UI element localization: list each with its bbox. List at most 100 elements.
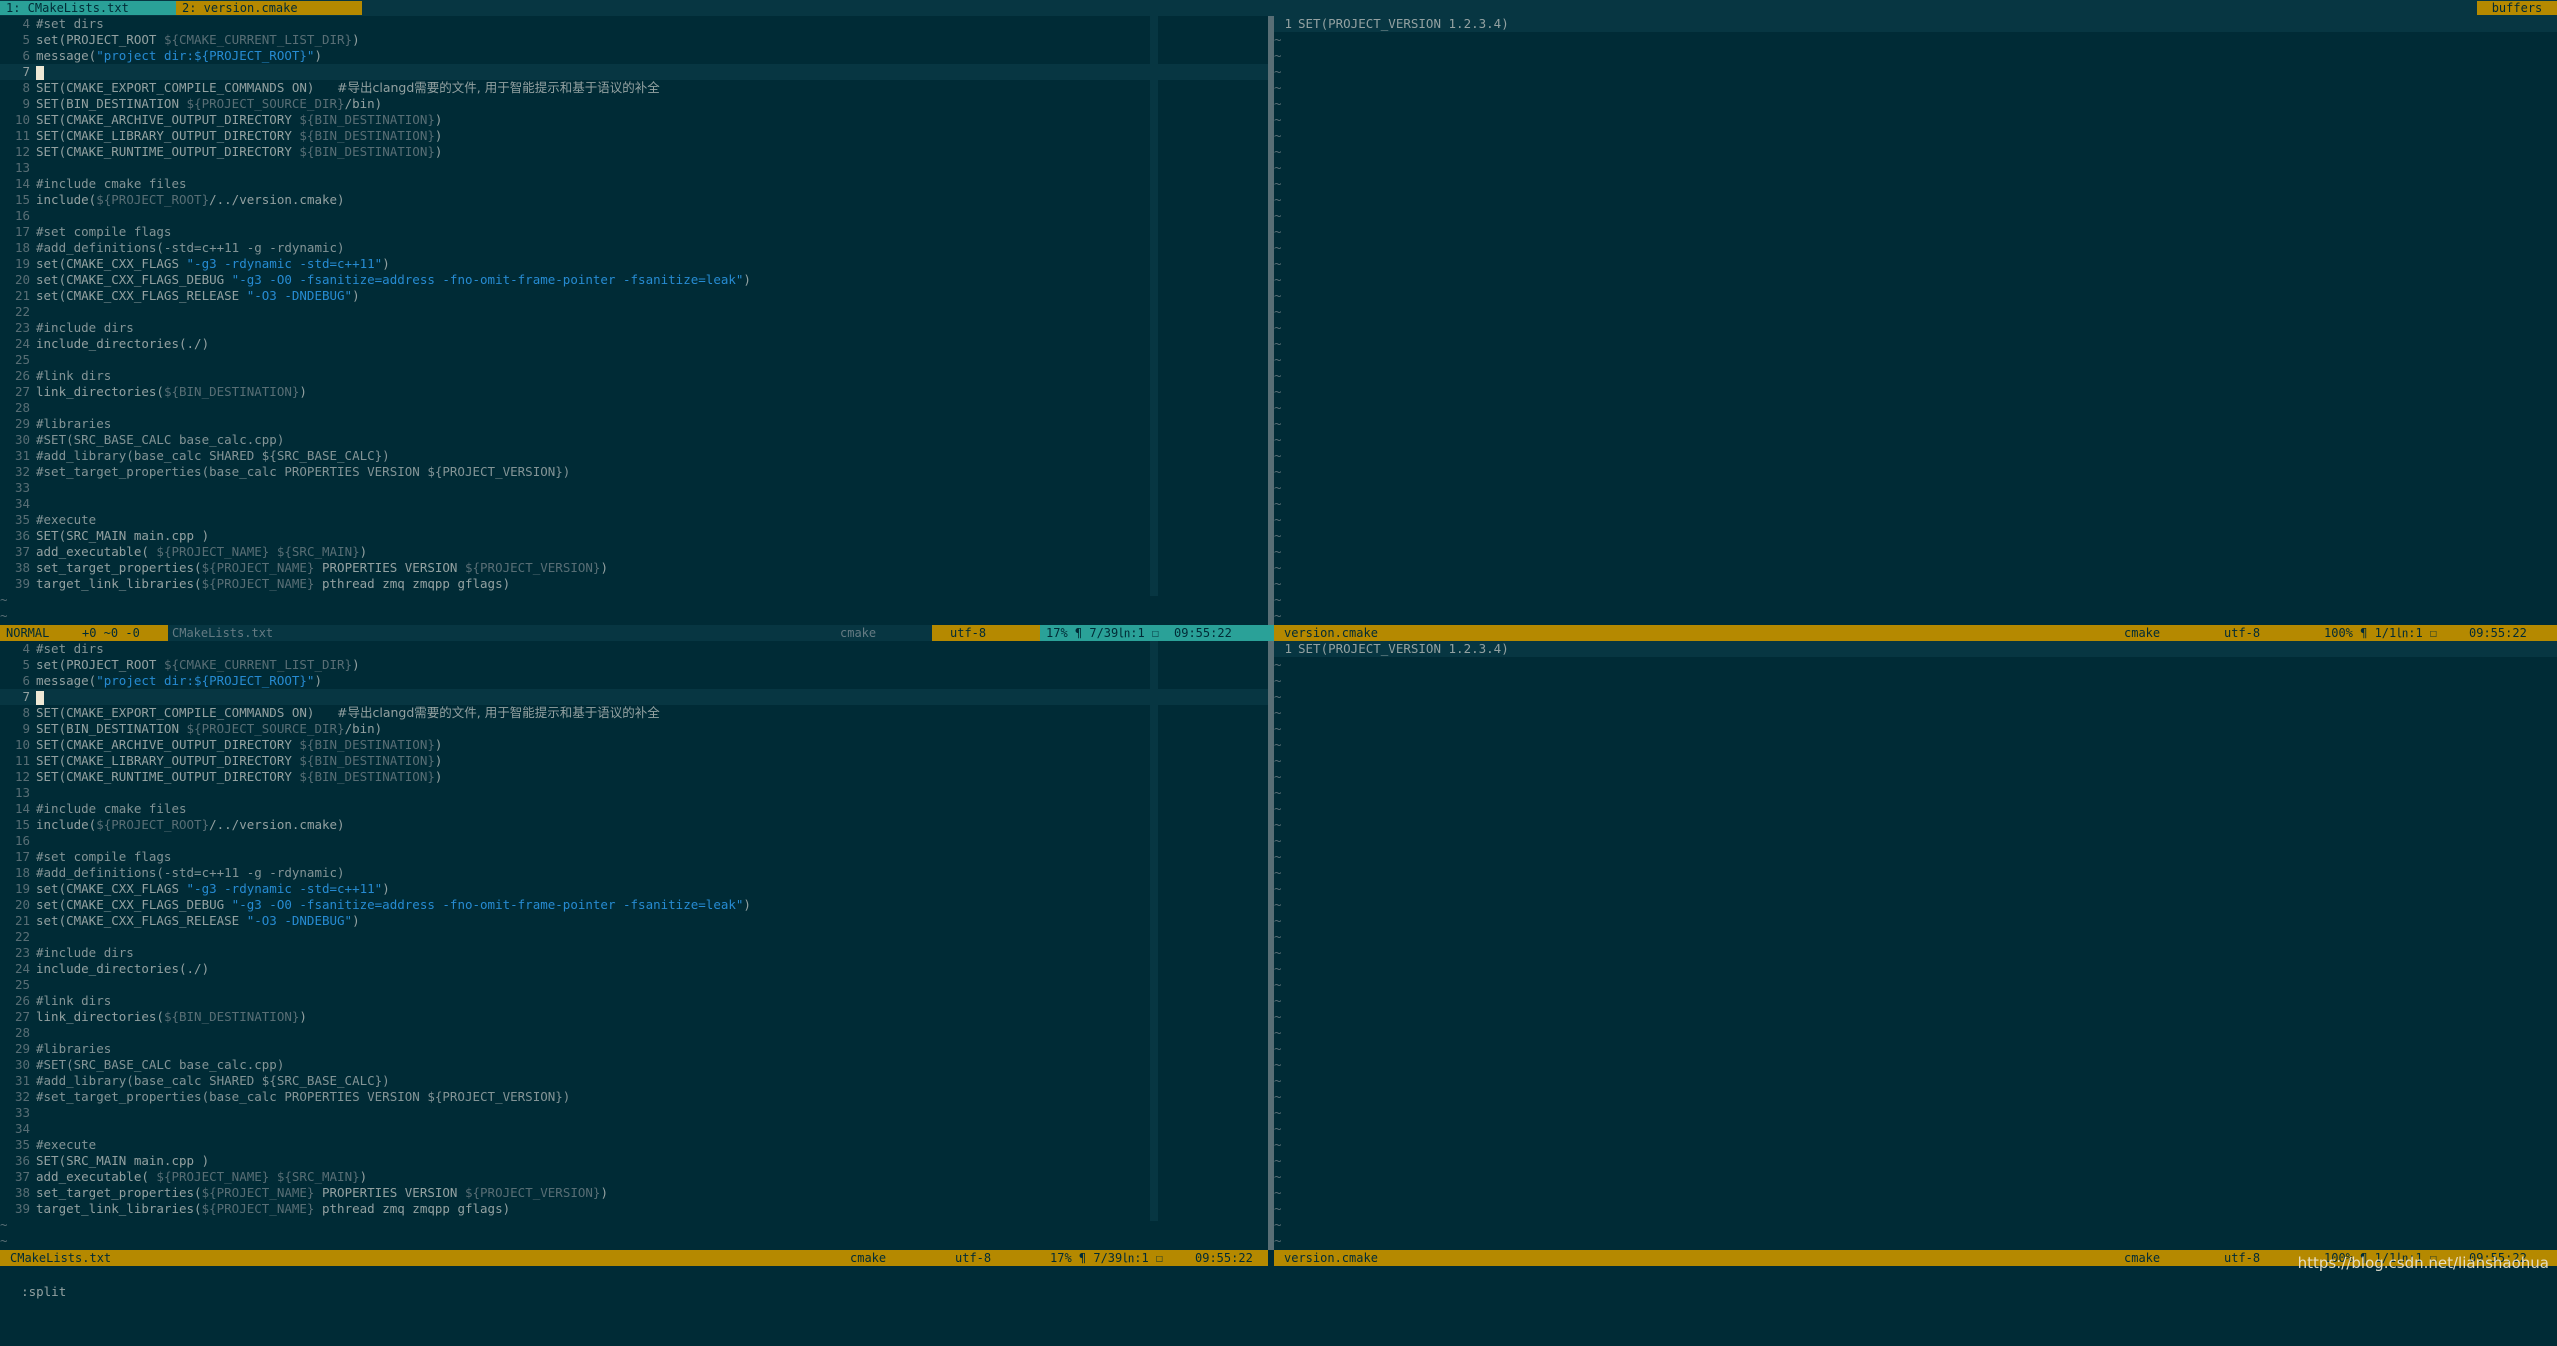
- empty-line-marker: ~: [1274, 256, 1282, 271]
- editor-pane-bottom-left[interactable]: 4 #set dirs 5 set(PROJECT_ROOT ${CMAKE_CURR…: [0, 641, 1268, 1250]
- code-line[interactable]: 13: [0, 160, 1268, 176]
- code-line[interactable]: 8 SET(CMAKE_EXPORT_COMPILE_COMMANDS ON) #…: [0, 705, 1268, 721]
- code-line[interactable]: 6 message("project dir:${PROJECT_ROOT}"): [0, 673, 1268, 689]
- code-line[interactable]: 29 #libraries: [0, 1041, 1268, 1057]
- code-line[interactable]: 18 #add_definitions(-std=c++11 -g -rdynam…: [0, 865, 1268, 881]
- code-line[interactable]: 38 set_target_properties(${PROJECT_NAME} …: [0, 560, 1268, 576]
- code-line[interactable]: 35 #execute: [0, 1137, 1268, 1153]
- code-line[interactable]: 31 #add_library(base_calc SHARED ${SRC_BA…: [0, 1073, 1268, 1089]
- tab-cmakelists[interactable]: 1: CMakeLists.txt: [0, 1, 176, 15]
- editor-pane-bottom-right[interactable]: 1 SET(PROJECT_VERSION 1.2.3.4) ~ ~ ~ ~ ~ ~ ~ ~ ~ ~ ~…: [1274, 641, 2557, 1250]
- code-line[interactable]: 15 include(${PROJECT_ROOT}/../version.cma…: [0, 817, 1268, 833]
- code-line[interactable]: 23 #include dirs: [0, 945, 1268, 961]
- code-line[interactable]: 16: [0, 833, 1268, 849]
- code-line[interactable]: 39 target_link_libraries(${PROJECT_NAME} …: [0, 1201, 1268, 1217]
- code-line[interactable]: 7: [0, 689, 1268, 705]
- empty-line-marker: ~: [1274, 192, 1282, 207]
- code-line[interactable]: 32 #set_target_properties(base_calc PROPE…: [0, 464, 1268, 480]
- code-line[interactable]: 36 SET(SRC_MAIN main.cpp ): [0, 528, 1268, 544]
- code-line[interactable]: 36 SET(SRC_MAIN main.cpp ): [0, 1153, 1268, 1169]
- code-line[interactable]: 20 set(CMAKE_CXX_FLAGS_DEBUG "-g3 -O0 -fs…: [0, 897, 1268, 913]
- empty-line-marker: ~: [1274, 400, 1282, 415]
- code-line[interactable]: 13: [0, 785, 1268, 801]
- code-token: ${BIN_DESTINATION}: [163, 1009, 300, 1024]
- code-line[interactable]: 33: [0, 1105, 1268, 1121]
- code-line[interactable]: 38 set_target_properties(${PROJECT_NAME} …: [0, 1185, 1268, 1201]
- code-line[interactable]: 5 set(PROJECT_ROOT ${CMAKE_CURRENT_LIST_D…: [0, 32, 1268, 48]
- code-token: #SET(SRC_BASE_CALC base_calc.cpp): [36, 432, 285, 447]
- code-line[interactable]: 8 SET(CMAKE_EXPORT_COMPILE_COMMANDS ON) #…: [0, 80, 1268, 96]
- code-line[interactable]: 17 #set compile flags: [0, 224, 1268, 240]
- code-line[interactable]: 21 set(CMAKE_CXX_FLAGS_RELEASE "-O3 -DNDE…: [0, 288, 1268, 304]
- code-line[interactable]: 25: [0, 977, 1268, 993]
- line-number: 30: [14, 1057, 30, 1072]
- code-line[interactable]: 10 SET(CMAKE_ARCHIVE_OUTPUT_DIRECTORY ${B…: [0, 737, 1268, 753]
- code-line[interactable]: 28: [0, 400, 1268, 416]
- code-line[interactable]: 34: [0, 496, 1268, 512]
- code-token: ): [434, 112, 443, 127]
- code-line[interactable]: 21 set(CMAKE_CXX_FLAGS_RELEASE "-O3 -DNDE…: [0, 913, 1268, 929]
- code-line[interactable]: 15 include(${PROJECT_ROOT}/../version.cma…: [0, 192, 1268, 208]
- editor-pane-top-right[interactable]: 1 SET(PROJECT_VERSION 1.2.3.4) ~ ~ ~ ~ ~ ~ ~ ~ ~ ~ ~…: [1274, 16, 2557, 625]
- code-line[interactable]: 30 #SET(SRC_BASE_CALC base_calc.cpp): [0, 1057, 1268, 1073]
- code-line[interactable]: 14 #include cmake files: [0, 801, 1268, 817]
- code-line[interactable]: 9 SET(BIN_DESTINATION ${PROJECT_SOURCE_DI…: [0, 721, 1268, 737]
- code-line[interactable]: 17 #set compile flags: [0, 849, 1268, 865]
- code-line[interactable]: 22: [0, 304, 1268, 320]
- code-line[interactable]: 7: [0, 64, 1268, 80]
- code-line[interactable]: 12 SET(CMAKE_RUNTIME_OUTPUT_DIRECTORY ${B…: [0, 144, 1268, 160]
- empty-line-marker: ~: [1274, 673, 1282, 688]
- code-token: add_executable(: [36, 1169, 157, 1184]
- code-line[interactable]: 37 add_executable( ${PROJECT_NAME} ${SRC_…: [0, 544, 1268, 560]
- code-line[interactable]: 24 include_directories(./): [0, 961, 1268, 977]
- tab-version-cmake[interactable]: 2: version.cmake: [176, 1, 362, 15]
- empty-line-marker: ~: [1274, 753, 1282, 768]
- code-line[interactable]: 1 SET(PROJECT_VERSION 1.2.3.4): [1274, 641, 2557, 657]
- code-token: ${BIN_DESTINATION}: [299, 753, 435, 768]
- status-encoding: utf-8: [2224, 626, 2261, 640]
- code-line[interactable]: 23 #include dirs: [0, 320, 1268, 336]
- code-line[interactable]: 28: [0, 1025, 1268, 1041]
- editor-pane-top-left[interactable]: 4 #set dirs 5 set(PROJECT_ROOT ${CMAKE_CURR…: [0, 16, 1268, 625]
- code-line[interactable]: 27 link_directories(${BIN_DESTINATION}): [0, 384, 1268, 400]
- code-token: ${PROJECT_NAME}: [156, 544, 270, 559]
- buffers-indicator[interactable]: buffers: [2477, 1, 2557, 15]
- code-line[interactable]: 12 SET(CMAKE_RUNTIME_OUTPUT_DIRECTORY ${B…: [0, 769, 1268, 785]
- code-line[interactable]: 20 set(CMAKE_CXX_FLAGS_DEBUG "-g3 -O0 -fs…: [0, 272, 1268, 288]
- code-line[interactable]: 11 SET(CMAKE_LIBRARY_OUTPUT_DIRECTORY ${B…: [0, 128, 1268, 144]
- code-line[interactable]: 29 #libraries: [0, 416, 1268, 432]
- code-line[interactable]: 16: [0, 208, 1268, 224]
- code-line[interactable]: 4 #set dirs: [0, 16, 1268, 32]
- empty-line-marker: ~: [1274, 1025, 1282, 1040]
- code-line[interactable]: 11 SET(CMAKE_LIBRARY_OUTPUT_DIRECTORY ${B…: [0, 753, 1268, 769]
- vertical-split-separator[interactable]: [1268, 16, 1274, 625]
- code-line[interactable]: 35 #execute: [0, 512, 1268, 528]
- code-line[interactable]: 6 message("project dir:${PROJECT_ROOT}"): [0, 48, 1268, 64]
- code-line[interactable]: 5 set(PROJECT_ROOT ${CMAKE_CURRENT_LIST_D…: [0, 657, 1268, 673]
- code-line[interactable]: 32 #set_target_properties(base_calc PROPE…: [0, 1089, 1268, 1105]
- code-token: set_target_properties(: [36, 1185, 202, 1200]
- code-token: pthread zmq zmqpp gflags): [314, 1201, 511, 1216]
- code-line[interactable]: 33: [0, 480, 1268, 496]
- code-line[interactable]: 14 #include cmake files: [0, 176, 1268, 192]
- code-line[interactable]: 26 #link dirs: [0, 368, 1268, 384]
- code-line[interactable]: 34: [0, 1121, 1268, 1137]
- code-line[interactable]: 31 #add_library(base_calc SHARED ${SRC_BA…: [0, 448, 1268, 464]
- code-line[interactable]: 10 SET(CMAKE_ARCHIVE_OUTPUT_DIRECTORY ${B…: [0, 112, 1268, 128]
- code-line[interactable]: 19 set(CMAKE_CXX_FLAGS "-g3 -rdynamic -st…: [0, 881, 1268, 897]
- code-line[interactable]: 26 #link dirs: [0, 993, 1268, 1009]
- code-line[interactable]: 39 target_link_libraries(${PROJECT_NAME} …: [0, 576, 1268, 592]
- command-line[interactable]: :split: [0, 1266, 2557, 1299]
- code-line[interactable]: 18 #add_definitions(-std=c++11 -g -rdynam…: [0, 240, 1268, 256]
- line-number: 29: [14, 1041, 30, 1056]
- code-line[interactable]: 4 #set dirs: [0, 641, 1268, 657]
- code-line[interactable]: 19 set(CMAKE_CXX_FLAGS "-g3 -rdynamic -st…: [0, 256, 1268, 272]
- code-line[interactable]: 9 SET(BIN_DESTINATION ${PROJECT_SOURCE_DI…: [0, 96, 1268, 112]
- code-line[interactable]: 24 include_directories(./): [0, 336, 1268, 352]
- code-line[interactable]: 37 add_executable( ${PROJECT_NAME} ${SRC_…: [0, 1169, 1268, 1185]
- code-line[interactable]: 25: [0, 352, 1268, 368]
- code-line[interactable]: 30 #SET(SRC_BASE_CALC base_calc.cpp): [0, 432, 1268, 448]
- code-line[interactable]: 1 SET(PROJECT_VERSION 1.2.3.4): [1274, 16, 2557, 32]
- code-line[interactable]: 22: [0, 929, 1268, 945]
- code-line[interactable]: 27 link_directories(${BIN_DESTINATION}): [0, 1009, 1268, 1025]
